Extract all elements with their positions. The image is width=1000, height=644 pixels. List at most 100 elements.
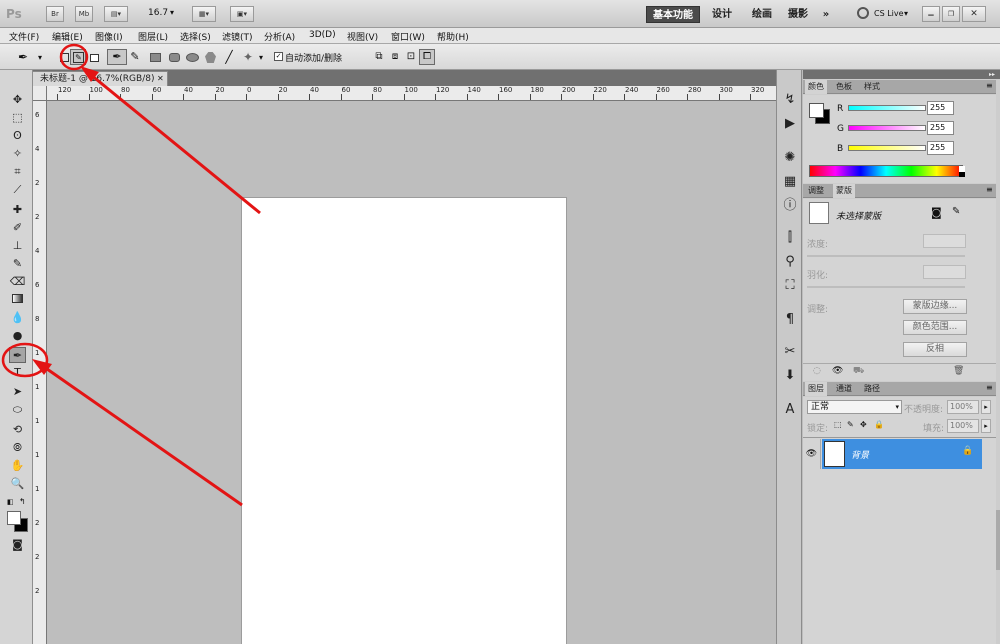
tab-layers[interactable]: 图层: [805, 382, 827, 396]
close-document-icon[interactable]: ✕: [157, 72, 164, 86]
exclude-paths-icon[interactable]: ⧠: [419, 49, 435, 65]
workspace-design[interactable]: 设计: [708, 6, 736, 23]
lock-all-icon[interactable]: 🔒: [874, 420, 884, 429]
default-colors-icon[interactable]: ◧: [7, 498, 14, 506]
path-selection-tool-icon[interactable]: ➤: [9, 384, 26, 400]
black-swatch[interactable]: [959, 172, 965, 177]
channel-b-input[interactable]: 255: [927, 141, 954, 155]
lock-position-icon[interactable]: ✥: [860, 420, 867, 429]
minimize-button[interactable]: ▁: [922, 6, 940, 22]
visibility-icon[interactable]: 👁: [803, 439, 821, 469]
feather-slider[interactable]: [807, 286, 965, 288]
menu-image[interactable]: 图像(I): [95, 30, 123, 43]
zoom-tool-icon[interactable]: 🔍: [9, 476, 26, 492]
eraser-tool-icon[interactable]: ⌫: [9, 274, 26, 290]
lock-transparency-icon[interactable]: ⬚: [834, 420, 842, 429]
more-workspaces-button[interactable]: »: [818, 6, 834, 23]
chevron-down-icon[interactable]: ▾: [170, 8, 174, 17]
tab-paths[interactable]: 路径: [861, 382, 883, 396]
close-button[interactable]: ✕: [962, 6, 986, 22]
foreground-color-swatch[interactable]: [7, 511, 21, 525]
tab-color[interactable]: 颜色: [805, 80, 827, 94]
navigator-panel-icon[interactable]: ✺: [780, 148, 800, 168]
freeform-pen-icon[interactable]: ✎: [127, 49, 143, 65]
view-extras-button[interactable]: ▤▾: [104, 6, 128, 22]
menu-window[interactable]: 窗口(W): [391, 30, 425, 43]
ellipse-shape-icon[interactable]: [184, 49, 200, 65]
tab-adjustments[interactable]: 调整: [805, 184, 827, 198]
pen-tool-icon[interactable]: ✒: [107, 49, 127, 65]
load-selection-icon[interactable]: ◌: [813, 366, 821, 376]
color-spectrum-bar[interactable]: [809, 165, 963, 177]
blur-tool-icon[interactable]: 💧: [9, 310, 26, 326]
visibility-icon[interactable]: 👁: [832, 366, 843, 376]
dodge-tool-icon[interactable]: ●: [9, 328, 26, 344]
tab-masks[interactable]: 蒙版: [833, 184, 855, 198]
paragraph-panel-icon[interactable]: ¶: [780, 310, 800, 330]
pen-tool-icon[interactable]: ✒: [9, 347, 26, 363]
layer-row[interactable]: 👁 背景 🔒: [803, 439, 996, 469]
layers-scrollbar[interactable]: [996, 510, 1000, 570]
density-input[interactable]: [923, 234, 966, 248]
custom-shape-icon[interactable]: ✦: [240, 49, 256, 65]
lasso-tool-icon[interactable]: ʘ: [9, 128, 26, 144]
subtract-paths-icon[interactable]: ⧈: [387, 49, 403, 65]
chevron-down-icon[interactable]: ▾: [38, 53, 42, 62]
combine-paths-icon[interactable]: ⧉: [371, 49, 387, 65]
invert-button[interactable]: 反相: [903, 342, 967, 357]
brush-tool-icon[interactable]: ✐: [9, 220, 26, 236]
auto-add-delete-checkbox[interactable]: ✓: [274, 52, 283, 61]
eyedropper-tool-icon[interactable]: ⟋: [9, 182, 26, 198]
clone-source-icon[interactable]: ⚲: [780, 252, 800, 272]
collapse-panels-icon[interactable]: ▸▸: [989, 71, 995, 78]
line-shape-icon[interactable]: ╱: [221, 49, 237, 65]
vector-mask-icon[interactable]: ✎: [952, 206, 960, 217]
history-panel-icon[interactable]: ↯: [780, 90, 800, 110]
panel-menu-icon[interactable]: ≡: [986, 383, 993, 392]
fill-input[interactable]: 100%: [947, 419, 979, 433]
polygon-shape-icon[interactable]: [202, 49, 218, 65]
foreground-color-swatch[interactable]: [809, 103, 824, 118]
rounded-rectangle-icon[interactable]: [166, 49, 182, 65]
pen-tool-preset-icon[interactable]: ✒: [18, 50, 28, 64]
channel-r-slider[interactable]: [848, 105, 926, 111]
swap-colors-icon[interactable]: ↰: [19, 497, 26, 506]
menu-3d[interactable]: 3D(D): [309, 30, 336, 40]
channel-b-slider[interactable]: [848, 145, 926, 151]
menu-view[interactable]: 视图(V): [347, 30, 378, 43]
document-canvas[interactable]: [242, 198, 566, 644]
gradient-tool-icon[interactable]: [9, 292, 26, 308]
channel-r-input[interactable]: 255: [927, 101, 954, 115]
pixel-mask-icon[interactable]: ◙: [931, 206, 942, 219]
minibridge-button[interactable]: Mb: [75, 6, 93, 22]
menu-analysis[interactable]: 分析(A): [264, 30, 295, 43]
blend-mode-select[interactable]: 正常 ▾: [807, 400, 902, 414]
animation-panel-icon[interactable]: ⬇: [780, 366, 800, 386]
chevron-right-icon[interactable]: ▸: [981, 400, 991, 414]
bridge-button[interactable]: Br: [46, 6, 64, 22]
workspace-essentials[interactable]: 基本功能: [646, 6, 700, 23]
history-brush-icon[interactable]: ✎: [9, 256, 26, 272]
3d-orbit-tool-icon[interactable]: ⦾: [9, 440, 26, 456]
tool-presets-icon[interactable]: ⛶: [780, 276, 800, 296]
ruler-origin[interactable]: [33, 86, 47, 101]
quick-mask-icon[interactable]: ◙: [9, 537, 26, 553]
arrange-documents-button[interactable]: ▦▾: [192, 6, 216, 22]
quick-selection-tool-icon[interactable]: ✧: [9, 146, 26, 162]
chevron-right-icon[interactable]: ▸: [981, 419, 991, 433]
menu-edit[interactable]: 编辑(E): [52, 30, 83, 43]
tab-swatches[interactable]: 色板: [833, 80, 855, 94]
histogram-panel-icon[interactable]: ▦: [780, 172, 800, 192]
document-tab[interactable]: 未标题-1 @ 16.7%(RGB/8) ✕: [32, 71, 168, 86]
menu-layer[interactable]: 图层(L): [138, 30, 168, 43]
menu-filter[interactable]: 滤镜(T): [222, 30, 253, 43]
cs-live-button[interactable]: CS Live: [874, 9, 904, 18]
zoom-level[interactable]: 16.7: [148, 8, 168, 18]
marquee-tool-icon[interactable]: ⬚: [9, 110, 26, 126]
move-tool-icon[interactable]: ✥: [9, 92, 26, 108]
actions-panel-icon[interactable]: ▶: [780, 114, 800, 134]
intersect-paths-icon[interactable]: ⊡: [403, 49, 419, 65]
rectangle-shape-icon[interactable]: [147, 49, 163, 65]
3d-rotate-tool-icon[interactable]: ⟲: [9, 422, 26, 438]
tab-channels[interactable]: 通道: [833, 382, 855, 396]
